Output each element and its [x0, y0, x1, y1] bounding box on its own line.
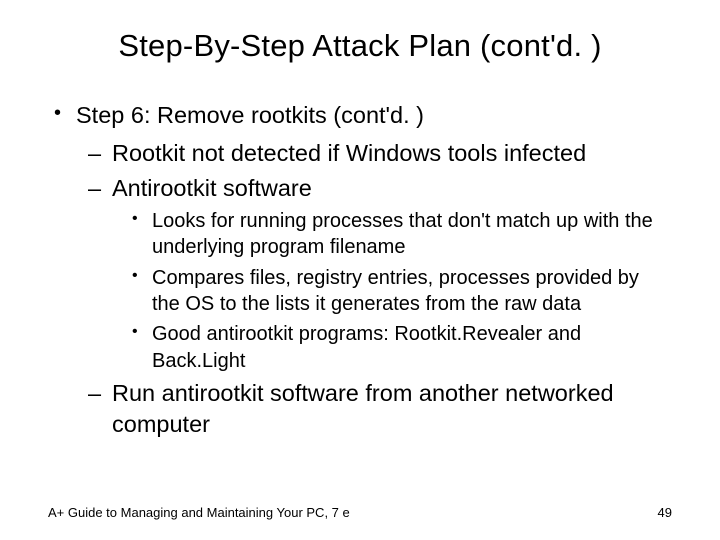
footer-left: A+ Guide to Managing and Maintaining You… [48, 505, 350, 520]
bullet-l1: Step 6: Remove rootkits (cont'd. ) Rootk… [48, 100, 672, 440]
footer: A+ Guide to Managing and Maintaining You… [48, 505, 672, 520]
bullet-l2: Run antirootkit software from another ne… [76, 378, 672, 440]
bullet-l2a-text: Rootkit not detected if Windows tools in… [112, 140, 586, 166]
bullet-l2b-text: Antirootkit software [112, 175, 312, 201]
bullet-l3: Compares files, registry entries, proces… [112, 265, 672, 318]
slide: Step-By-Step Attack Plan (cont'd. ) Step… [0, 0, 720, 540]
bullet-l3b-text: Compares files, registry entries, proces… [152, 267, 639, 315]
page-number: 49 [658, 505, 672, 520]
bullet-list-l3: Looks for running processes that don't m… [112, 208, 672, 374]
bullet-l3: Looks for running processes that don't m… [112, 208, 672, 261]
bullet-l2c-text: Run antirootkit software from another ne… [112, 380, 614, 437]
bullet-l3a-text: Looks for running processes that don't m… [152, 210, 653, 258]
bullet-l1-text: Step 6: Remove rootkits (cont'd. ) [76, 102, 424, 128]
bullet-list-l2: Rootkit not detected if Windows tools in… [76, 138, 672, 440]
bullet-l2: Rootkit not detected if Windows tools in… [76, 138, 672, 169]
bullet-l2: Antirootkit software Looks for running p… [76, 173, 672, 374]
bullet-list: Step 6: Remove rootkits (cont'd. ) Rootk… [48, 100, 672, 440]
slide-title: Step-By-Step Attack Plan (cont'd. ) [48, 28, 672, 64]
bullet-l3: Good antirootkit programs: Rootkit.Revea… [112, 321, 672, 374]
bullet-l3c-text: Good antirootkit programs: Rootkit.Revea… [152, 323, 581, 371]
